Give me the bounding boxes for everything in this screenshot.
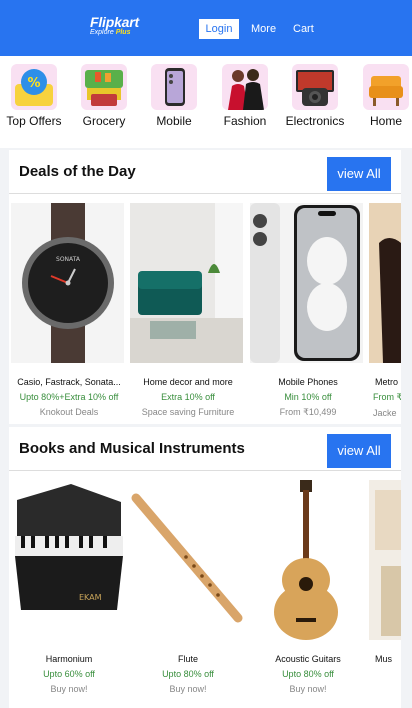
harmonium-image: EKAM bbox=[11, 480, 124, 640]
phone-image bbox=[250, 203, 363, 363]
svg-text:SONATA: SONATA bbox=[56, 256, 81, 263]
product-offer: Min 10% off bbox=[284, 392, 332, 402]
product-subtitle: From ₹10,499 bbox=[279, 407, 337, 417]
product-offer: Upto 60% off bbox=[43, 669, 95, 679]
product-offer: Upto 80% off bbox=[162, 669, 214, 679]
product-name: Acoustic Guitars bbox=[275, 654, 341, 664]
guitar-image bbox=[250, 480, 363, 640]
flipkart-logo[interactable]: Flipkart Explore Plus bbox=[90, 14, 139, 36]
more-link[interactable]: More bbox=[251, 19, 276, 39]
books-music-section: Books and Musical Instruments view All E… bbox=[9, 427, 401, 708]
product-card-partial[interactable]: Metro From ₹ Jacke bbox=[367, 203, 401, 418]
product-card-mobiles[interactable]: Mobile Phones Min 10% off From ₹10,499 bbox=[248, 203, 368, 418]
flute-image bbox=[130, 480, 243, 640]
product-card-harmonium[interactable]: EKAM Harmonium Upto 60% off Buy now! bbox=[9, 480, 129, 694]
section-header: Books and Musical Instruments view All bbox=[9, 427, 401, 471]
cart-link[interactable]: Cart bbox=[293, 19, 314, 39]
grocery-icon bbox=[81, 64, 127, 110]
offer-icon: % bbox=[11, 64, 57, 110]
product-subtitle: Buy now! bbox=[169, 684, 207, 694]
product-card-partial[interactable]: Mus bbox=[367, 480, 401, 664]
jacket-image bbox=[369, 203, 401, 363]
product-subtitle: Space saving Furniture bbox=[141, 407, 235, 417]
section-header: Deals of the Day view All bbox=[9, 150, 401, 194]
category-label: Grocery bbox=[82, 114, 126, 128]
product-card-guitar[interactable]: Acoustic Guitars Upto 80% off Buy now! bbox=[248, 480, 368, 694]
product-offer: Extra 10% off bbox=[161, 392, 215, 402]
category-label: Fashion bbox=[223, 114, 267, 128]
product-card-flute[interactable]: Flute Upto 80% off Buy now! bbox=[128, 480, 248, 694]
deals-section: Deals of the Day view All SONATA Casio, … bbox=[9, 150, 401, 424]
instrument-image bbox=[369, 480, 401, 640]
svg-text:%: % bbox=[27, 76, 40, 91]
category-label: Electronics bbox=[285, 114, 345, 128]
product-card-watches[interactable]: SONATA Casio, Fastrack, Sonata... Upto 8… bbox=[9, 203, 129, 417]
product-name: Metro bbox=[375, 377, 399, 387]
product-offer: Upto 80%+Extra 10% off bbox=[19, 392, 119, 402]
tagline-explore: Explore bbox=[90, 29, 114, 36]
product-name: Home decor and more bbox=[143, 377, 233, 387]
view-all-button[interactable]: view All bbox=[327, 157, 391, 191]
electronics-icon bbox=[292, 64, 338, 110]
logo-text: Flipkart bbox=[90, 14, 139, 30]
product-subtitle: Buy now! bbox=[289, 684, 327, 694]
product-subtitle: Knokout Deals bbox=[39, 407, 99, 417]
watch-image: SONATA bbox=[11, 203, 124, 363]
login-button[interactable]: Login bbox=[199, 19, 239, 39]
category-label: Home bbox=[369, 114, 402, 128]
svg-text:EKAM: EKAM bbox=[79, 593, 102, 602]
tagline-plus: Plus bbox=[115, 29, 131, 36]
product-name: Mobile Phones bbox=[278, 377, 338, 387]
category-grocery[interactable]: Grocery bbox=[69, 56, 139, 128]
product-subtitle: Jacke bbox=[373, 408, 397, 418]
sofa-image bbox=[130, 203, 243, 363]
top-header: Flipkart Explore Plus Login More Cart bbox=[0, 0, 412, 56]
category-strip: % Top Offers Grocery Mobile Fashion Elec… bbox=[0, 56, 412, 148]
product-offer: Upto 80% off bbox=[282, 669, 334, 679]
category-mobile[interactable]: Mobile bbox=[139, 56, 209, 128]
category-electronics[interactable]: Electronics bbox=[280, 56, 350, 128]
view-all-button[interactable]: view All bbox=[327, 434, 391, 468]
logo-tagline: Explore Plus bbox=[90, 29, 139, 36]
mobile-icon bbox=[151, 64, 197, 110]
home-icon bbox=[363, 64, 409, 110]
category-label: Top Offers bbox=[6, 114, 62, 128]
product-name: Casio, Fastrack, Sonata... bbox=[17, 377, 121, 387]
product-name: Harmonium bbox=[45, 654, 93, 664]
product-name: Flute bbox=[177, 654, 198, 664]
category-top-offers[interactable]: % Top Offers bbox=[0, 56, 69, 128]
category-label: Mobile bbox=[156, 114, 192, 128]
section-title: Deals of the Day bbox=[19, 163, 136, 180]
product-offer: From ₹ bbox=[373, 392, 401, 402]
category-home[interactable]: Home bbox=[351, 56, 412, 128]
product-card-home-decor[interactable]: Home decor and more Extra 10% off Space … bbox=[128, 203, 248, 417]
category-fashion[interactable]: Fashion bbox=[210, 56, 280, 128]
product-name: Mus bbox=[375, 654, 393, 664]
product-subtitle: Buy now! bbox=[50, 684, 88, 694]
fashion-icon bbox=[222, 64, 268, 110]
section-title: Books and Musical Instruments bbox=[19, 440, 245, 457]
